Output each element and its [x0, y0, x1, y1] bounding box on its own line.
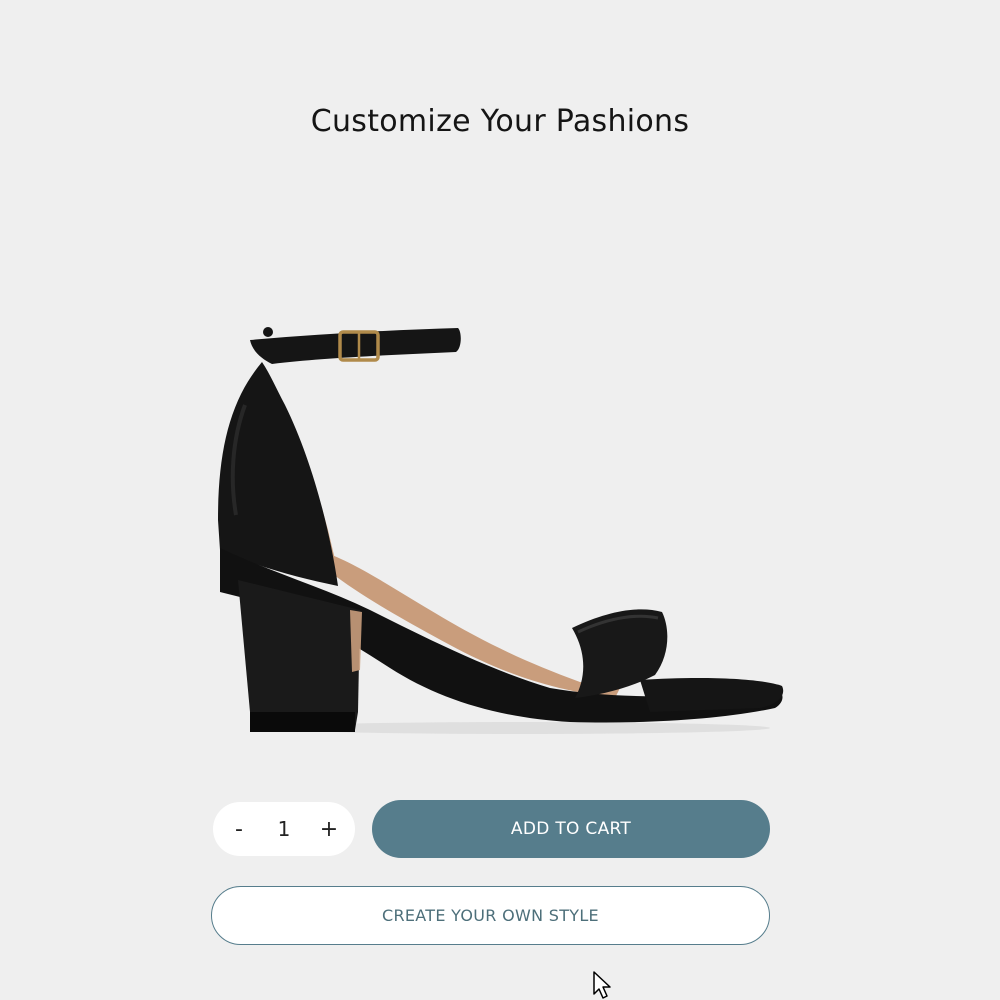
sandal-product-image — [218, 327, 784, 734]
quantity-value[interactable]: 1 — [264, 817, 304, 841]
quantity-stepper[interactable]: - 1 + — [213, 802, 355, 856]
product-customizer-page: Customize Your Pashions - 1 + ADD TO CAR… — [0, 0, 1000, 1000]
mouse-pointer-icon — [593, 971, 611, 999]
add-to-cart-button[interactable]: ADD TO CART — [372, 800, 770, 858]
increment-button[interactable]: + — [313, 809, 345, 849]
decrement-button[interactable]: - — [223, 809, 255, 849]
page-title: Customize Your Pashions — [310, 104, 690, 139]
create-your-own-style-button[interactable]: CREATE YOUR OWN STYLE — [211, 886, 770, 945]
